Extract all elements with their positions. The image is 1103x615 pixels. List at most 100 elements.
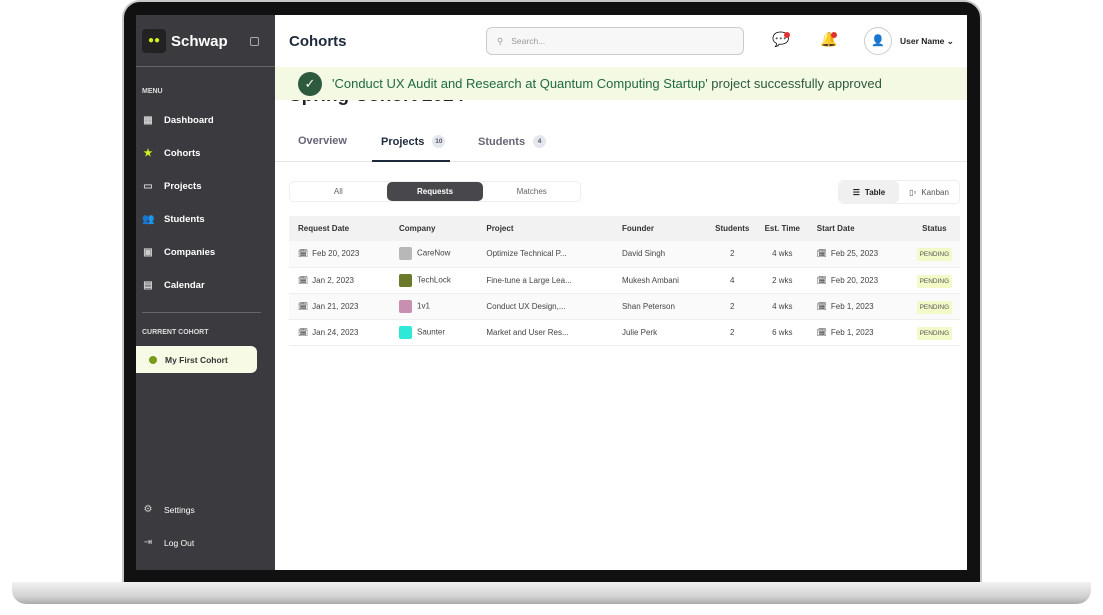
tab-bar: Overview Projects 10 Students 4 (275, 120, 967, 162)
request-date-cell: 🗓 Jan 21, 2023 (289, 293, 391, 320)
search-placeholder: Search... (511, 36, 546, 46)
founder-cell: Mukesh Ambani (612, 267, 708, 294)
col-project[interactable]: Project (477, 216, 613, 241)
filter-matches[interactable]: Matches (483, 182, 580, 201)
settings-label: Settings (164, 504, 195, 515)
filter-requests[interactable]: Requests (386, 182, 484, 201)
table-view-button[interactable]: ☰ Table (839, 181, 899, 203)
calendar-icon: 🗓 (298, 327, 309, 337)
company-logo-icon (399, 247, 413, 261)
table-row[interactable]: 🗓 Feb 20, 2023 CareNow Optimize Technical… (289, 241, 960, 268)
sidebar-item-dashboard[interactable]: ▦ Dashboard (142, 115, 214, 126)
tab-label: Students (478, 135, 526, 148)
logout-link[interactable]: ⇥ Log Out (142, 537, 194, 548)
tab-students[interactable]: Students 4 (478, 135, 547, 148)
view-label: Table (864, 187, 886, 197)
briefcase-icon: ▣ (143, 247, 153, 258)
col-founder[interactable]: Founder (612, 216, 708, 241)
tab-projects[interactable]: Projects 10 (381, 135, 446, 148)
sidebar: ●● Schwap MENU ▦ Dashboard ★ Cohorts ▭ Proj… (136, 15, 275, 570)
current-cohort-name: My First Cohort (165, 354, 228, 365)
toast-project: 'Conduct UX Audit and Research at Quantu… (332, 76, 708, 91)
calendar-icon: 🗓 (816, 249, 827, 259)
company-name: Saunter (417, 327, 446, 337)
current-cohort-item[interactable]: My First Cohort (136, 346, 257, 373)
project-cell[interactable]: Market and User Res... (477, 319, 613, 346)
col-status[interactable]: Status (908, 216, 960, 241)
tab-count: 10 (432, 135, 446, 148)
sidebar-item-calendar[interactable]: ▤ Calendar (142, 280, 205, 291)
logout-label: Log Out (164, 537, 195, 548)
col-students[interactable]: Students (707, 216, 757, 241)
project-cell[interactable]: Conduct UX Design,... (477, 293, 613, 320)
filter-segmented-control: All Requests Matches (289, 181, 581, 202)
status-cell: PENDING (908, 319, 960, 346)
est-time-cell: 6 wks (756, 319, 808, 346)
table-row[interactable]: 🗓 Jan 2, 2023 TechLock Fine-tune a Large … (289, 267, 960, 294)
sidebar-item-projects[interactable]: ▭ Projects (142, 181, 201, 192)
tab-overview[interactable]: Overview (298, 135, 347, 147)
status-badge: PENDING (916, 274, 953, 288)
laptop-base (12, 582, 1091, 604)
table-row[interactable]: 🗓 Jan 21, 2023 1v1 Conduct UX Design,... … (289, 293, 960, 320)
status-badge: PENDING (916, 326, 953, 340)
col-company[interactable]: Company (390, 216, 478, 241)
company-cell: CareNow (390, 241, 478, 268)
founder-cell: Julie Perk (612, 319, 708, 346)
sidebar-collapse-icon[interactable] (250, 37, 259, 46)
page-title: Cohorts (289, 33, 347, 50)
calendar-icon: 🗓 (298, 301, 309, 311)
sidebar-item-students[interactable]: 👥 Students (142, 214, 205, 225)
sidebar-item-label: Cohorts (164, 148, 201, 159)
est-time-cell: 4 wks (756, 241, 808, 268)
sidebar-item-cohorts[interactable]: ★ Cohorts (142, 148, 201, 159)
start-date-cell: 🗓 Feb 20, 2023 (807, 267, 909, 294)
founder-cell: David Singh (612, 241, 708, 268)
tab-label: Overview (298, 135, 347, 147)
table-row[interactable]: 🗓 Jan 24, 2023 Saunter Market and User Re… (289, 319, 960, 346)
sidebar-item-label: Dashboard (164, 115, 214, 126)
sidebar-item-label: Companies (164, 247, 216, 258)
users-icon: 👥 (142, 214, 155, 225)
table-icon: ☰ (852, 187, 860, 197)
view-toggle: ☰ Table ▯▫ Kanban (838, 180, 960, 204)
notification-badge (831, 32, 837, 38)
calendar-icon: 🗓 (298, 275, 309, 285)
user-menu[interactable]: User Name ⌄ (900, 36, 954, 47)
request-date: Jan 24, 2023 (312, 327, 359, 337)
start-date-cell: 🗓 Feb 1, 2023 (807, 319, 909, 346)
project-cell[interactable]: Optimize Technical P... (477, 241, 613, 268)
kanban-view-button[interactable]: ▯▫ Kanban (899, 181, 959, 203)
sidebar-item-label: Calendar (164, 280, 205, 291)
sidebar-item-companies[interactable]: ▣ Companies (142, 247, 215, 258)
start-date: Feb 1, 2023 (830, 327, 874, 337)
filter-all[interactable]: All (290, 182, 387, 201)
logo-icon: ●● (142, 29, 166, 53)
request-date-cell: 🗓 Jan 24, 2023 (289, 319, 391, 346)
avatar[interactable]: 👤 (864, 27, 892, 55)
status-badge: PENDING (916, 300, 953, 314)
start-date: Feb 25, 2023 (830, 249, 879, 259)
chevron-down-icon: ⌄ (946, 36, 954, 46)
project-cell[interactable]: Fine-tune a Large Lea... (477, 267, 613, 294)
request-date-cell: 🗓 Jan 2, 2023 (289, 267, 391, 294)
calendar-icon: 🗓 (298, 249, 309, 259)
col-est-time[interactable]: Est. Time (756, 216, 808, 241)
settings-link[interactable]: ⚙ Settings (142, 504, 195, 515)
students-cell: 4 (707, 267, 757, 294)
col-request-date[interactable]: Request Date (289, 216, 391, 241)
divider (136, 66, 275, 67)
check-icon: ✓ (298, 71, 322, 96)
status-badge: PENDING (916, 248, 953, 262)
divider (142, 312, 261, 313)
col-start-date[interactable]: Start Date (807, 216, 909, 241)
search-input[interactable]: ⚲ Search... (486, 27, 744, 55)
request-date: Feb 20, 2023 (312, 249, 360, 259)
star-icon: ★ (143, 148, 153, 159)
calendar-icon: 🗓 (816, 275, 827, 285)
request-date-cell: 🗓 Feb 20, 2023 (289, 241, 391, 268)
request-date: Jan 21, 2023 (312, 301, 359, 311)
status-cell: PENDING (908, 267, 960, 294)
founder-cell: Shan Peterson (612, 293, 708, 320)
status-cell: PENDING (908, 241, 960, 268)
